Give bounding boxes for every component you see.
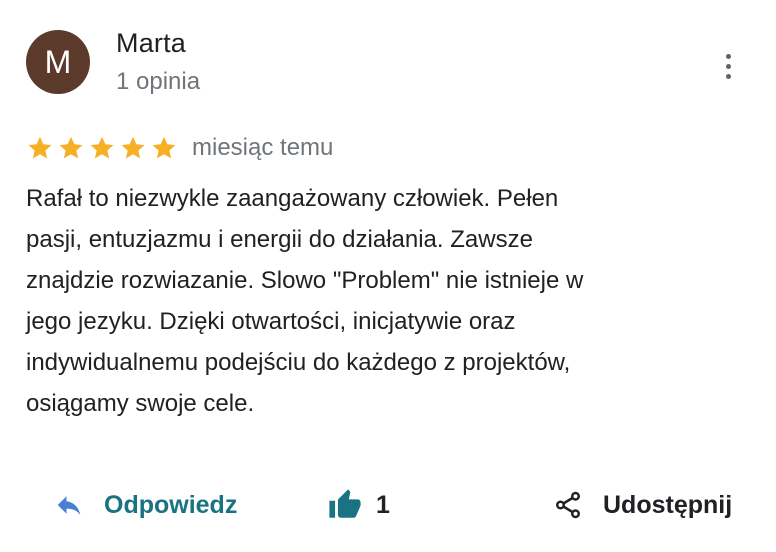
author-name[interactable]: Marta <box>116 28 186 59</box>
review-text-line: znajdzie rozwiazanie. Slowo "Problem" ni… <box>26 267 584 294</box>
more-options-button[interactable] <box>716 46 740 86</box>
review-actions: Odpowiedz 1 Udostępnij <box>0 480 776 530</box>
review-text-line: osiągamy swoje cele. <box>26 390 255 417</box>
review-text-line: Rafał to niezwykle zaangażowany człowiek… <box>26 185 559 212</box>
review-text-line: pasji, entuzjazmu i energii do działania… <box>26 226 533 253</box>
more-vertical-icon-dot <box>725 63 731 69</box>
rating-row: miesiąc temu <box>26 131 333 165</box>
star-icon <box>121 136 145 159</box>
review-header: M Marta 1 opinia <box>26 26 750 98</box>
reply-icon <box>57 496 81 515</box>
share-label: Udostępnij <box>603 490 733 519</box>
share-icon <box>556 491 580 519</box>
reply-label: Odpowiedz <box>104 490 238 519</box>
author-reviews-count: 1 opinia <box>116 68 201 95</box>
star-icon <box>152 136 176 159</box>
avatar[interactable]: M <box>26 30 90 94</box>
share-button[interactable]: Udostępnij <box>553 484 732 526</box>
review-text-line: jego jezyku. Dzięki otwartości, inicjaty… <box>26 308 516 335</box>
star-icon <box>59 136 83 159</box>
star-icon <box>28 136 52 159</box>
review-date: miesiąc temu <box>192 134 334 161</box>
star-icon <box>90 136 114 159</box>
review-text: Rafał to niezwykle zaangażowany człowiek… <box>26 178 726 424</box>
thumb-up-icon <box>329 489 361 518</box>
like-count: 1 <box>376 490 390 519</box>
star-rating <box>26 134 178 162</box>
like-button[interactable]: 1 <box>328 484 390 526</box>
review-text-line: indywidualnemu podejściu do każdego z pr… <box>26 349 571 376</box>
more-vertical-icon-dot <box>725 73 731 79</box>
reply-button[interactable]: Odpowiedz <box>54 484 237 526</box>
more-vertical-icon <box>725 53 731 59</box>
